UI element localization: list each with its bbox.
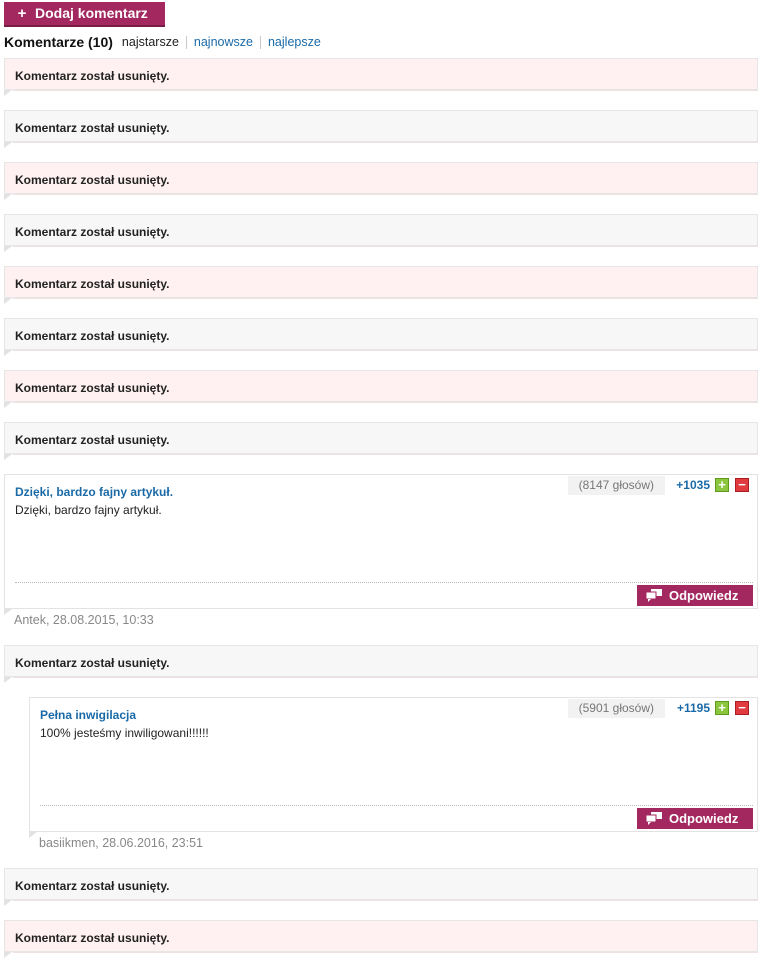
deleted-comment-text: Komentarz został usunięty. <box>15 433 170 447</box>
speech-bubble-icon <box>646 812 662 825</box>
vote-count: (8147 głosów) <box>567 476 665 495</box>
deleted-comment: Komentarz został usunięty. <box>4 110 758 148</box>
comment-divider <box>15 582 753 583</box>
deleted-comment-text: Komentarz został usunięty. <box>15 879 170 893</box>
comment-score: +1195 <box>676 701 710 715</box>
comment-score: +1035 <box>676 478 710 492</box>
deleted-comment-text: Komentarz został usunięty. <box>15 329 170 343</box>
comment-title[interactable]: Pełna inwigilacja <box>40 708 136 722</box>
vote-up-button[interactable]: + <box>715 701 729 715</box>
vote-down-button[interactable]: − <box>735 478 749 492</box>
sort-oldest[interactable]: najstarsze <box>122 35 186 49</box>
deleted-comment: Komentarz został usunięty. <box>4 422 758 460</box>
deleted-comment-text: Komentarz został usunięty. <box>15 656 170 670</box>
sort-best[interactable]: najlepsze <box>259 35 328 49</box>
deleted-comment: Komentarz został usunięty. <box>4 868 758 906</box>
comment-card-reply: Pełna inwigilacja 100% jesteśmy inwiligo… <box>29 697 758 838</box>
comment-author-line: Antek, 28.08.2015, 10:33 <box>14 613 154 627</box>
plus-icon: + <box>17 5 27 22</box>
deleted-comment: Komentarz został usunięty. <box>4 318 758 356</box>
deleted-comment-text: Komentarz został usunięty. <box>15 381 170 395</box>
deleted-comment: Komentarz został usunięty. <box>4 370 758 408</box>
deleted-comment: Komentarz został usunięty. <box>4 266 758 304</box>
comment-author-line: basiikmen, 28.06.2016, 23:51 <box>39 836 204 850</box>
deleted-comment: Komentarz został usunięty. <box>4 920 758 958</box>
reply-label: Odpowiedz <box>669 811 739 826</box>
deleted-comment: Komentarz został usunięty. <box>4 214 758 252</box>
reply-label: Odpowiedz <box>669 588 739 603</box>
deleted-comment: Komentarz został usunięty. <box>4 162 758 200</box>
comment-body: Dzięki, bardzo fajny artykuł. <box>15 503 162 517</box>
deleted-comment-text: Komentarz został usunięty. <box>15 69 170 83</box>
comment-title[interactable]: Dzięki, bardzo fajny artykuł. <box>15 485 173 499</box>
comment-divider <box>40 805 753 806</box>
deleted-comment-text: Komentarz został usunięty. <box>15 277 170 291</box>
deleted-comment-text: Komentarz został usunięty. <box>15 225 170 239</box>
add-comment-button[interactable]: + Dodaj komentarz <box>4 2 165 27</box>
add-comment-label: Dodaj komentarz <box>35 5 148 21</box>
comments-header: Komentarze (10) najstarsze najnowsze naj… <box>4 33 328 51</box>
deleted-comment: Komentarz został usunięty. <box>4 58 758 96</box>
sort-newest[interactable]: najnowsze <box>185 35 260 49</box>
vote-up-button[interactable]: + <box>715 478 729 492</box>
comment-card: Dzięki, bardzo fajny artykuł. Dzięki, ba… <box>4 474 758 615</box>
speech-bubble-icon <box>646 589 662 602</box>
comments-count-title: Komentarze (10) <box>4 34 113 50</box>
deleted-comment-text: Komentarz został usunięty. <box>15 121 170 135</box>
deleted-comment-text: Komentarz został usunięty. <box>15 173 170 187</box>
vote-count: (5901 głosów) <box>567 699 665 718</box>
comment-body: 100% jesteśmy inwiligowani!!!!!! <box>40 726 209 740</box>
deleted-comment: Komentarz został usunięty. <box>4 645 758 683</box>
reply-button[interactable]: Odpowiedz <box>637 585 753 606</box>
vote-down-button[interactable]: − <box>735 701 749 715</box>
reply-button[interactable]: Odpowiedz <box>637 808 753 829</box>
